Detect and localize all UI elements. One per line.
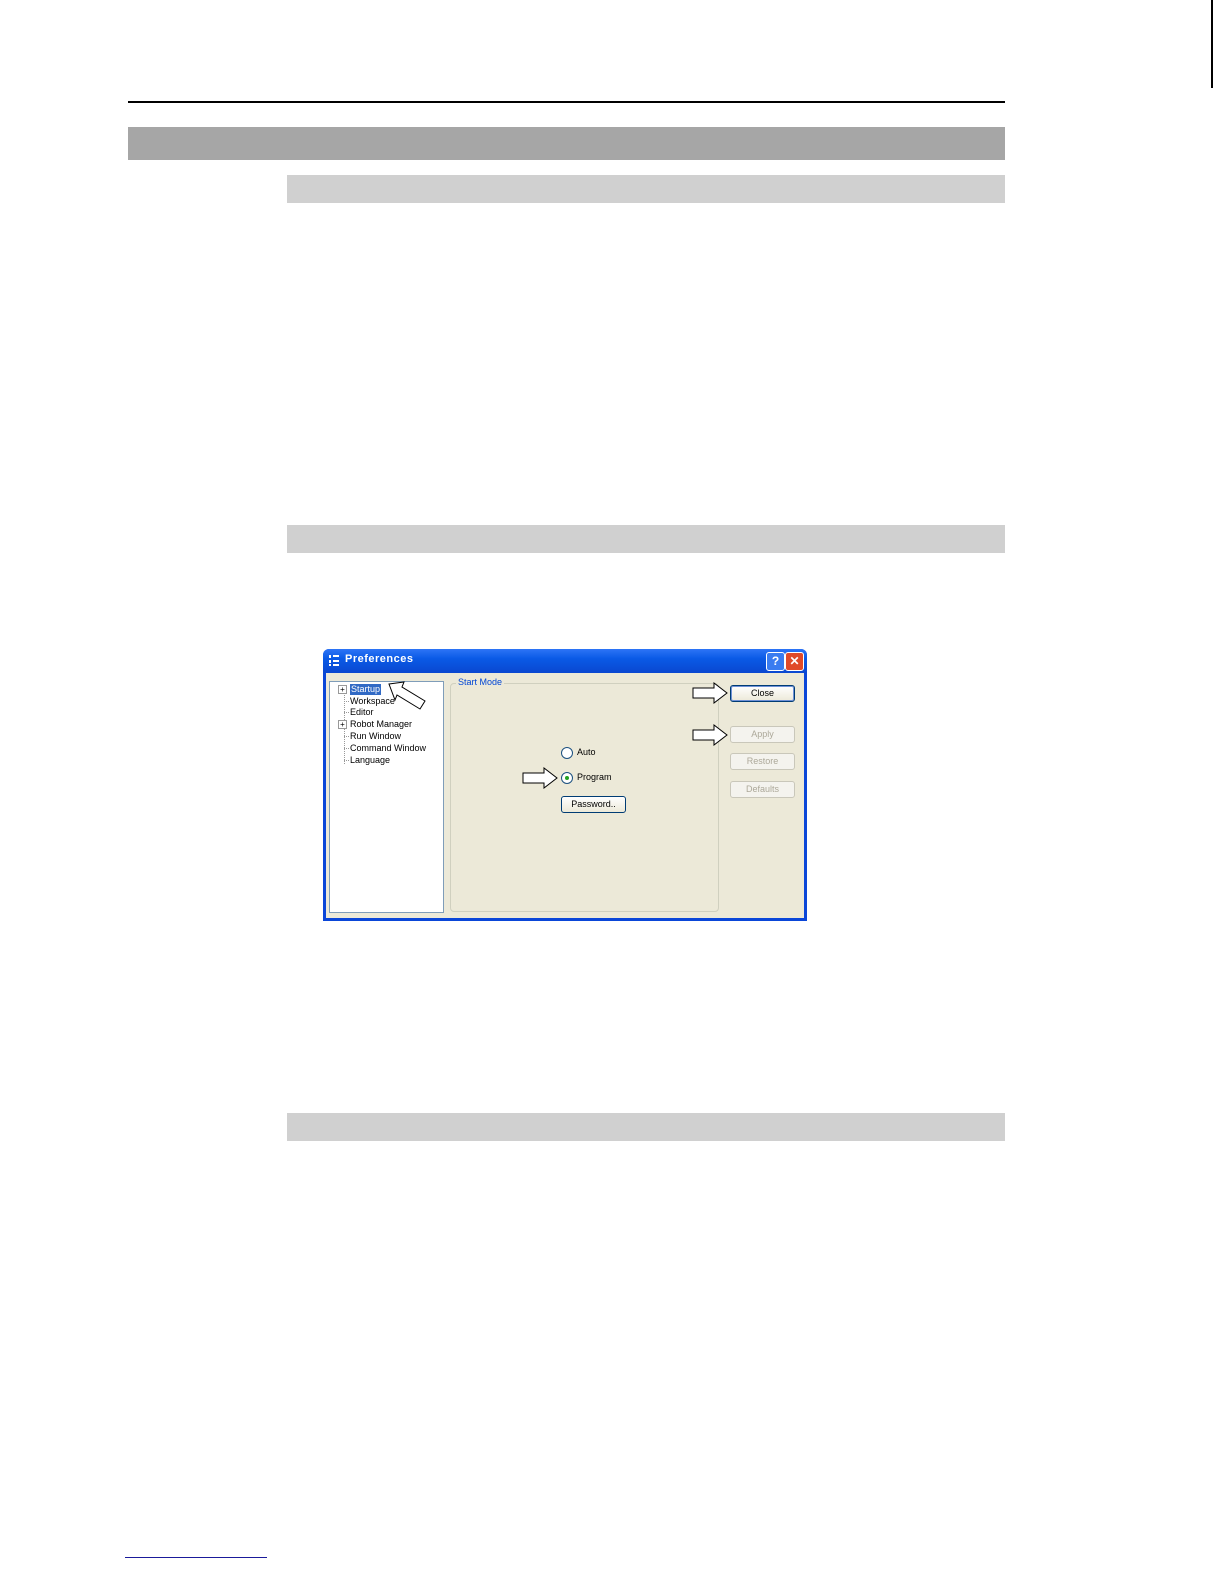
subsection-band-1 <box>287 175 1005 203</box>
program-radio-label: Program <box>577 772 612 782</box>
callout-arrow-icon <box>692 724 728 746</box>
close-window-button[interactable]: ✕ <box>785 652 804 671</box>
subsection-band-3 <box>287 1113 1005 1141</box>
auto-radio-label: Auto <box>577 747 596 757</box>
section-heading-band <box>128 127 1005 160</box>
tree-item-command-window[interactable]: Command Window <box>350 743 426 754</box>
apply-button[interactable]: Apply <box>730 726 795 743</box>
tree-connector <box>344 748 349 749</box>
password-button[interactable]: Password.. <box>561 796 626 813</box>
callout-arrow-icon <box>522 767 558 789</box>
tree-connector <box>344 736 349 737</box>
tree-connector <box>344 701 349 702</box>
radio-selected-dot <box>565 776 569 780</box>
start-mode-label: Start Mode <box>456 677 505 687</box>
program-radio[interactable] <box>561 772 573 784</box>
footnote-rule <box>125 1557 267 1558</box>
tree-item-editor[interactable]: Editor <box>350 707 374 718</box>
close-button[interactable]: Close <box>730 685 795 702</box>
expand-icon[interactable]: + <box>338 685 347 694</box>
subsection-band-2 <box>287 525 1005 553</box>
restore-button[interactable]: Restore <box>730 753 795 770</box>
help-button[interactable]: ? <box>766 652 785 671</box>
tree-item-robot-manager[interactable]: Robot Manager <box>350 719 412 730</box>
dialog-titlebar: Preferences ? ✕ <box>323 649 807 673</box>
expand-icon[interactable]: + <box>338 720 347 729</box>
app-icon <box>329 655 339 666</box>
callout-arrow-icon <box>692 682 728 704</box>
preferences-tree: + Startup Workspace Editor + Robot Manag… <box>329 681 444 913</box>
tree-item-startup[interactable]: Startup <box>350 684 382 695</box>
tree-connector <box>344 760 349 761</box>
header-rule <box>128 101 1005 103</box>
page-edge-rule <box>1211 0 1213 88</box>
auto-radio[interactable] <box>561 747 573 759</box>
tree-connector <box>344 712 349 713</box>
callout-arrow-icon <box>388 681 426 710</box>
tree-item-language[interactable]: Language <box>350 755 390 766</box>
defaults-button[interactable]: Defaults <box>730 781 795 798</box>
tree-item-run-window[interactable]: Run Window <box>350 731 401 742</box>
dialog-title: Preferences <box>345 653 414 665</box>
